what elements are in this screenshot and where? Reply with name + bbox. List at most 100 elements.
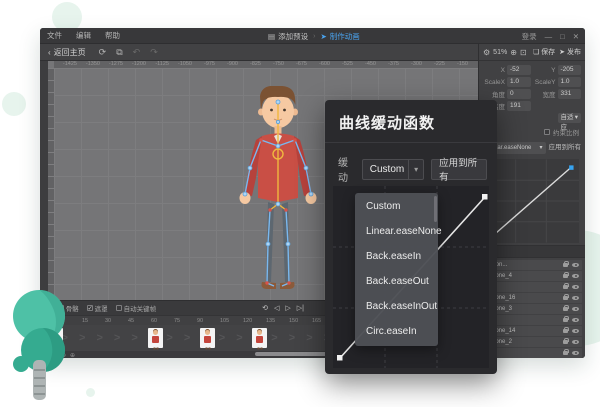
next-frame-icon[interactable]: ▷| <box>297 304 304 312</box>
easing-option[interactable]: Circ.easeIn <box>355 319 438 344</box>
layer-name: 2 <box>493 317 563 323</box>
redo-icon[interactable]: ↷ <box>145 47 163 58</box>
eye-icon[interactable] <box>572 340 579 345</box>
list-scrollbar-thumb[interactable] <box>434 196 437 222</box>
layer-row[interactable]: 1 <box>482 282 582 292</box>
layer-row[interactable]: bone_16 <box>482 293 582 303</box>
zoom-fit-icon[interactable]: ⊕ <box>510 48 517 57</box>
lock-icon[interactable] <box>563 285 568 289</box>
eye-icon[interactable] <box>572 274 579 279</box>
property-input[interactable]: 1.0 <box>558 77 582 87</box>
layer-row[interactable]: bone_3 <box>482 304 582 314</box>
fit-select[interactable]: 自适应 ▾ <box>558 113 582 123</box>
character[interactable] <box>226 86 330 300</box>
lock-icon[interactable] <box>563 329 568 333</box>
horizontal-ruler: -1425-1350-1275-1200-1125-1050-975-900-8… <box>54 61 478 68</box>
keyframe-thumbnail[interactable] <box>148 328 163 348</box>
save-button[interactable]: ❏ 保存 <box>533 47 555 57</box>
easing-option[interactable]: Linear.easeNone <box>355 219 438 244</box>
lock-icon[interactable] <box>563 263 568 267</box>
publish-button[interactable]: ➤ 发布 <box>559 47 581 57</box>
layer-name: bone_2 <box>492 339 563 345</box>
menu-item[interactable]: 文件 <box>40 30 69 41</box>
easing-select[interactable]: Custom ▾ <box>362 159 424 180</box>
paper-plane-icon: ➤ <box>320 32 326 41</box>
ruler-tick: -1350 <box>77 61 100 68</box>
lock-icon[interactable] <box>563 307 568 311</box>
layer-name: bone_4 <box>492 273 563 279</box>
easing-curve-preview[interactable] <box>485 159 579 243</box>
checkbox[interactable] <box>87 305 93 311</box>
playback-controls: ⟲ ◁ ▷ ▷| <box>262 304 304 312</box>
apply-all-button[interactable]: 应用到所有 <box>431 159 487 180</box>
checkbox[interactable] <box>116 305 122 311</box>
timeline-toggle[interactable]: 遮罩 <box>87 303 108 313</box>
zoom-expand-icon[interactable]: ⊡ <box>520 48 527 57</box>
layer-row[interactable]: 2 <box>482 315 582 325</box>
close-button[interactable]: ✕ <box>573 32 579 41</box>
lock-icon[interactable] <box>563 296 568 300</box>
property-input[interactable]: 1.0 <box>507 77 531 87</box>
decor-blob-left <box>2 92 26 116</box>
layer-row[interactable]: 3 <box>482 348 582 358</box>
duplicate-icon[interactable]: ⧉ <box>111 47 127 58</box>
eye-icon[interactable] <box>572 318 579 323</box>
timeline-toggle[interactable]: 自动关键帧 <box>116 303 157 313</box>
menu-item[interactable]: 编辑 <box>69 30 98 41</box>
easing-option[interactable]: Back.easeOut <box>355 269 438 294</box>
refresh-icon[interactable]: ⟳ <box>94 47 112 58</box>
layer-name: bone_14 <box>492 328 563 334</box>
zoom-level[interactable]: 51% <box>493 49 507 56</box>
prev-frame-icon[interactable]: ◁ <box>274 304 279 312</box>
keyframe-thumbnail[interactable] <box>252 328 267 348</box>
lock-icon[interactable] <box>563 274 568 278</box>
loop-icon[interactable]: ⟲ <box>262 304 268 312</box>
undo-icon[interactable]: ↶ <box>128 47 146 58</box>
ruler-tick: -375 <box>376 61 399 68</box>
login-button[interactable]: 登录 <box>522 31 537 42</box>
title-bar: 文件编辑帮助 ▤ 添加预设 › ➤ 制作动画 登录 — □ ✕ <box>40 28 585 44</box>
lock-icon[interactable] <box>563 351 568 355</box>
property-input[interactable]: 191 <box>507 101 531 111</box>
keyframe-thumbnail[interactable] <box>200 328 215 348</box>
eye-icon[interactable] <box>572 285 579 290</box>
constrain-checkbox[interactable] <box>544 129 550 135</box>
minimize-button[interactable]: — <box>545 32 553 41</box>
back-home-button[interactable]: ‹ 返回主页 <box>40 47 94 58</box>
eye-icon[interactable] <box>572 329 579 334</box>
editor-toolbar: ‹ 返回主页 ⟳ ⧉ ↶ ↷ <box>40 44 478 61</box>
gear-icon[interactable]: ⚙ <box>483 48 490 57</box>
frame-tick: 105 <box>220 316 243 325</box>
easing-option[interactable]: Custom <box>355 194 438 219</box>
layer-row[interactable]: bone_4 <box>482 271 582 281</box>
layer-name: fron... <box>492 262 563 268</box>
eye-icon[interactable] <box>572 296 579 301</box>
add-preset-button[interactable]: ▤ 添加预设 <box>268 31 308 42</box>
easing-option[interactable]: Back.easeIn <box>355 244 438 269</box>
layer-row[interactable]: bone_2 <box>482 337 582 347</box>
lock-icon[interactable] <box>563 340 568 344</box>
property-label: 角度 <box>483 89 505 99</box>
play-icon[interactable]: ▷ <box>285 304 290 312</box>
decor-dot-bottom <box>86 388 95 397</box>
property-input[interactable]: 0 <box>507 89 531 99</box>
lock-icon[interactable] <box>563 318 568 322</box>
zoom-in-icon[interactable]: ⊕ <box>70 352 75 359</box>
maximize-button[interactable]: □ <box>560 32 565 41</box>
property-input[interactable]: 331 <box>558 89 582 99</box>
layer-row[interactable]: fron... <box>482 260 582 270</box>
dialog-title: 曲线缓动函数 <box>339 112 435 133</box>
menu-item[interactable]: 帮助 <box>98 30 127 41</box>
eye-icon[interactable] <box>572 351 579 356</box>
layer-row[interactable]: bone_14 <box>482 326 582 336</box>
easing-option[interactable]: Back.easeInOut <box>355 294 438 319</box>
chevron-down-icon: ▾ <box>408 160 423 179</box>
property-input[interactable]: -52 <box>507 65 531 75</box>
panel-apply-all-button[interactable]: 应用到所有 <box>549 142 582 154</box>
eye-icon[interactable] <box>572 307 579 312</box>
property-label: ScaleY <box>534 79 556 86</box>
make-animation-button[interactable]: ➤ 制作动画 <box>320 31 359 42</box>
eye-icon[interactable] <box>572 263 579 268</box>
property-row: X -52 <box>483 65 531 75</box>
property-input[interactable]: -205 <box>558 65 582 75</box>
